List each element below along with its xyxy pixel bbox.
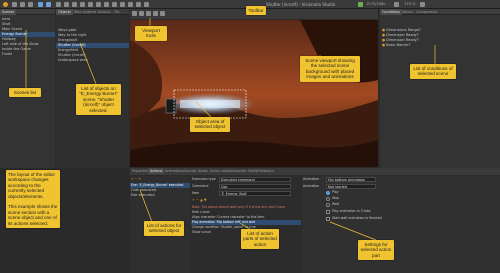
checkbox-wait-finished-label: Start wait animation is finished <box>332 216 382 220</box>
polygon-tool-icon[interactable] <box>146 11 151 16</box>
radio-stop[interactable] <box>326 197 330 201</box>
callout-scenes-list: Scenes list <box>9 88 41 98</box>
action-part-toolbar[interactable]: + − ▲ ▼ <box>192 198 207 203</box>
select-tool-icon[interactable] <box>132 11 137 16</box>
tab-conditions[interactable]: Conditions <box>380 9 402 15</box>
redo-icon[interactable] <box>46 2 51 7</box>
callout-action-parts: List of action parts of selected action <box>241 229 279 250</box>
scripts-icon[interactable] <box>104 2 109 7</box>
move-tool-icon[interactable] <box>139 11 144 16</box>
layer-tool-icon[interactable] <box>160 11 165 16</box>
play-icon[interactable] <box>358 2 363 7</box>
open-file-icon[interactable] <box>20 2 25 7</box>
tab-whiteboard[interactable]: Whiteboard <box>252 168 276 174</box>
scene-icon[interactable] <box>56 2 61 7</box>
callout-viewport-tools: Viewport tools <box>135 26 167 41</box>
fullscreen-icon[interactable] <box>420 2 425 7</box>
tab-scenes[interactable]: Scenes <box>0 9 17 15</box>
object-item[interactable]: Underspace area <box>58 58 88 63</box>
radio-play-label: Play <box>332 190 339 194</box>
character-icon[interactable] <box>64 2 69 7</box>
command-select[interactable]: Use <box>219 184 291 189</box>
checkbox-play-tabs-label: Play animation in 3 tabs <box>332 209 371 213</box>
command-label: Command <box>192 184 209 188</box>
fonts-icon[interactable] <box>112 2 117 7</box>
grid-icon[interactable] <box>394 2 399 7</box>
scene-item[interactable]: Finale <box>2 52 12 57</box>
scene-background-image <box>130 20 378 167</box>
action-part-item[interactable]: Show cursor <box>192 230 211 235</box>
callout-conditions-list: List of conditions of selected scene <box>410 64 456 79</box>
tab-components[interactable]: Components <box>414 9 439 15</box>
conditions-icon[interactable] <box>96 2 101 7</box>
execution-type-label: Execution type <box>192 177 216 181</box>
settings-panel: Animation Hip bottom animation Animation… <box>302 176 500 273</box>
undo-icon[interactable] <box>38 2 43 7</box>
callout-object-area: Object area of selected object <box>190 117 230 132</box>
action-parts-panel: Execution type Executed command Command … <box>191 176 301 273</box>
scene-viewport[interactable] <box>130 20 378 167</box>
interface-icon[interactable] <box>72 2 77 7</box>
language-icon[interactable] <box>136 2 141 7</box>
resolution-readout: 1570/1080 <box>366 2 386 6</box>
callout-actions-list: List of actions for selected object <box>144 221 184 236</box>
zoom-tool-icon[interactable] <box>153 11 158 16</box>
condition-item[interactable]: ● Basic Barrier? <box>382 43 410 48</box>
radio-stop-label: Stop <box>332 196 340 200</box>
window-title: Shutter (inrcelf) - Visionaire Studio <box>266 2 336 7</box>
callout-settings: Settings for selected action part <box>358 240 394 261</box>
particles-icon[interactable] <box>128 2 133 7</box>
tab-actions[interactable]: Actions <box>96 9 112 15</box>
item-label: Item <box>192 191 200 195</box>
execution-type-select[interactable]: Executed command <box>219 177 291 182</box>
tab-way-systems[interactable]: Way systems <box>72 9 98 15</box>
conditions-header: Conditions Values Components <box>380 9 500 15</box>
objects-header: Objects Way systems Actions Tra <box>56 9 129 15</box>
values-icon[interactable] <box>88 2 93 7</box>
tab-objects[interactable]: Objects <box>56 9 73 15</box>
action-item[interactable]: Exe executed <box>131 193 155 198</box>
scenes-header: Scenes <box>0 9 55 15</box>
bottom-tabs: Properties Actions Animations Sounds Are… <box>130 168 500 175</box>
tab-values[interactable]: Values <box>400 9 415 15</box>
save-icon[interactable] <box>28 2 33 7</box>
animation-select[interactable]: Hip bottom animation <box>326 177 376 182</box>
logo-icon <box>3 2 8 7</box>
conditions-panel: Conditions Values Components ● Dimension… <box>380 9 500 168</box>
callout-toolbar: Toolbar <box>246 6 266 16</box>
action-add-icon[interactable]: + − ✎ <box>131 177 141 182</box>
radio-play[interactable] <box>326 191 330 195</box>
animation-label: Animation <box>303 177 320 181</box>
direction-label: Animation <box>303 184 320 188</box>
checkbox-wait-finished[interactable] <box>326 217 330 221</box>
direction-select[interactable]: Not started <box>326 184 376 189</box>
new-file-icon[interactable] <box>12 2 17 7</box>
tab-actions-bottom[interactable]: Actions <box>148 168 165 174</box>
settings-icon[interactable] <box>144 2 149 7</box>
radio-wait-label: Wait <box>332 202 340 206</box>
dialog-icon[interactable] <box>80 2 85 7</box>
callout-viewport: Scene viewport showing the selected scen… <box>300 56 360 82</box>
checkbox-play-tabs[interactable] <box>326 210 330 214</box>
sounds-icon[interactable] <box>120 2 125 7</box>
callout-layout-note: The layout of the editor workspace chang… <box>6 170 60 229</box>
radio-wait[interactable] <box>326 203 330 207</box>
item-select[interactable]: 'E_Energy_Bolt' <box>219 191 291 196</box>
zoom-readout: 170 % <box>404 2 416 6</box>
tab-tra[interactable]: Tra <box>112 9 121 15</box>
callout-objects-list: List of objects on "E_Energy Burner" sce… <box>76 84 121 116</box>
